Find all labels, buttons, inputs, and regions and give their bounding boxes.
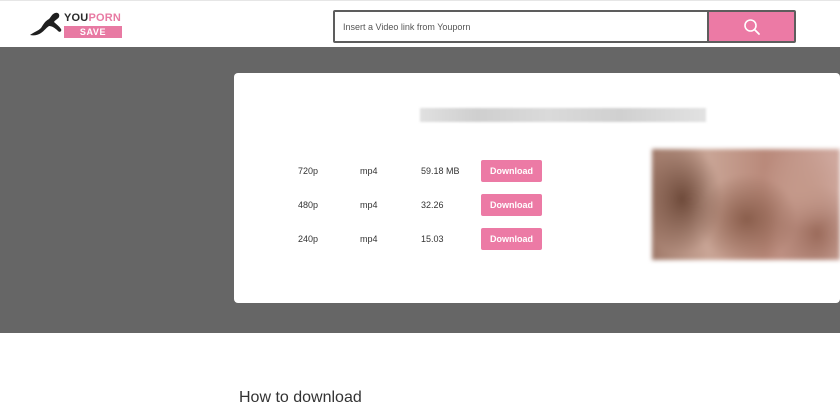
format-size: 59.18 MB [421, 166, 460, 176]
search-form [333, 10, 796, 43]
format-resolution: 720p [298, 166, 319, 176]
format-row-240p: 240p mp4 15.03 Download [234, 228, 554, 250]
search-icon [743, 18, 760, 35]
format-size: 32.26 [421, 200, 444, 210]
site-header: YOUPORN SAVE [0, 0, 840, 47]
logo-word-you: YOU [64, 12, 89, 24]
download-button-240p[interactable]: Download [481, 228, 542, 250]
result-card: 720p mp4 59.18 MB Download 480p mp4 32.2… [234, 73, 840, 303]
format-row-720p: 720p mp4 59.18 MB Download [234, 160, 554, 182]
search-button[interactable] [709, 12, 794, 41]
download-button-720p[interactable]: Download [481, 160, 542, 182]
video-title-redacted [420, 108, 706, 122]
video-link-input[interactable] [335, 12, 707, 41]
silhouette-icon [30, 12, 62, 36]
download-button-480p[interactable]: Download [481, 194, 542, 216]
format-row-480p: 480p mp4 32.26 Download [234, 194, 554, 216]
format-size: 15.03 [421, 234, 444, 244]
format-resolution: 240p [298, 234, 319, 244]
format-container: mp4 [360, 234, 378, 244]
logo-word-save: SAVE [64, 26, 122, 38]
logo-word-porn: PORN [88, 12, 122, 24]
how-to-download-heading: How to download [239, 389, 362, 406]
format-container: mp4 [360, 200, 378, 210]
site-logo[interactable]: YOUPORN SAVE [28, 9, 128, 41]
format-resolution: 480p [298, 200, 319, 210]
format-container: mp4 [360, 166, 378, 176]
logo-wordmark: YOUPORN [64, 12, 121, 24]
video-thumbnail-redacted [652, 149, 840, 260]
